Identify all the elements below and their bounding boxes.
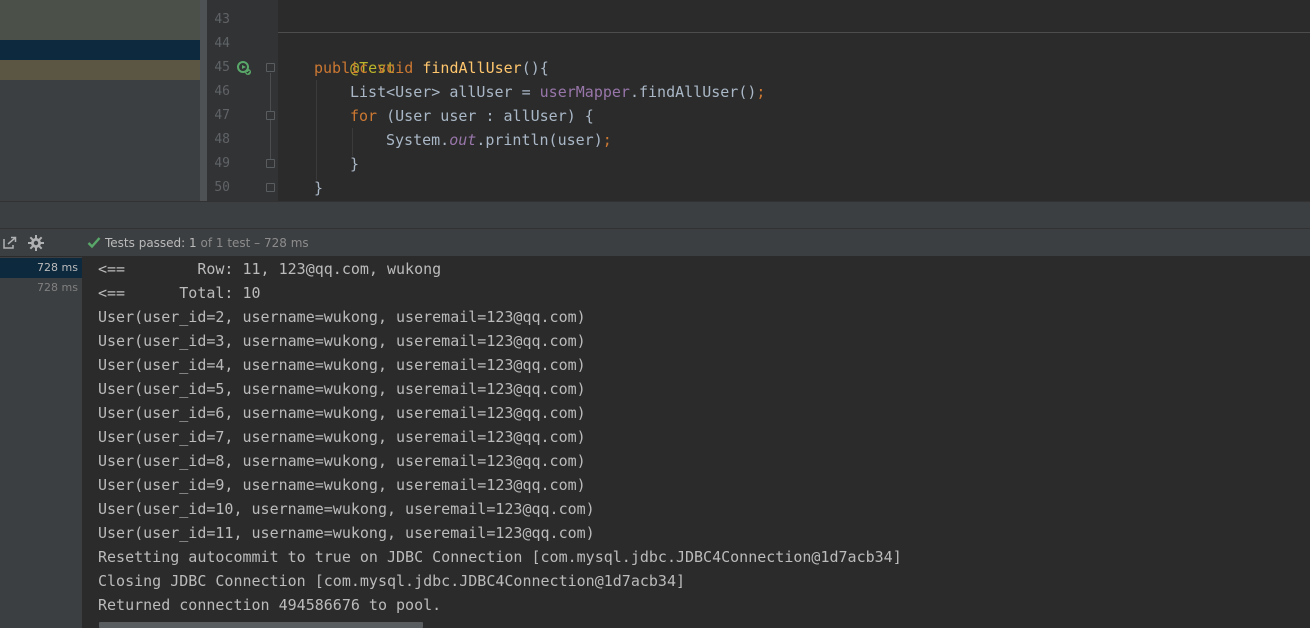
console-line: User(user_id=10, username=wukong, userem… <box>98 500 595 518</box>
line-number: 42 <box>207 0 230 8</box>
console-line: User(user_id=8, username=wukong, userema… <box>98 452 586 470</box>
run-test-icon[interactable] <box>237 61 251 75</box>
static-field-token: out <box>449 131 477 149</box>
test-tree-item-selected[interactable]: 728 ms <box>0 258 82 278</box>
console-output[interactable]: <== Row: 11, 123@qq.com, wukong <== Tota… <box>84 257 1310 628</box>
test-tree-item[interactable]: 728 ms <box>0 278 82 298</box>
line-number: 46 <box>214 84 230 99</box>
keyword-token: public <box>314 59 369 77</box>
test-duration: 728 ms <box>37 261 78 274</box>
gear-icon[interactable] <box>27 234 45 252</box>
run-toolbar: Tests passed: 1 of 1 test – 728 ms <box>0 229 1310 257</box>
semicolon-token: ; <box>602 131 612 149</box>
project-tree-row-highlight[interactable] <box>0 60 207 80</box>
code-text: } <box>350 155 360 173</box>
code-text: List<User> allUser = <box>350 83 540 101</box>
console-line: User(user_id=6, username=wukong, userema… <box>98 404 586 422</box>
console-line: <== Row: 11, 123@qq.com, wukong <box>98 260 442 278</box>
line-number: 43 <box>214 12 230 27</box>
tests-passed-count: 1 <box>189 236 197 250</box>
code-text: .println(user) <box>476 131 603 149</box>
export-icon[interactable] <box>2 236 18 250</box>
code-line-outer-close[interactable]: } <box>314 176 323 200</box>
console-line: Closing JDBC Connection [com.mysql.jdbc.… <box>98 572 685 590</box>
fold-toggle-icon[interactable] <box>266 183 275 192</box>
line-number: 44 <box>214 36 230 51</box>
code-line-println[interactable]: System.out.println(user); <box>386 128 612 152</box>
code-line-for-loop[interactable]: for (User user : allUser) { <box>350 104 594 128</box>
keyword-token: for <box>350 107 378 125</box>
code-text: .findAllUser() <box>629 83 757 101</box>
run-tool-window-header[interactable] <box>0 201 1310 229</box>
console-line: User(user_id=11, username=wukong, userem… <box>98 524 595 542</box>
project-tree-row-selected[interactable] <box>0 40 207 60</box>
console-line: User(user_id=4, username=wukong, userema… <box>98 356 586 374</box>
console-horizontal-scrollbar[interactable] <box>99 622 423 628</box>
console-line: <== Total: 10 <box>98 284 261 302</box>
project-panel[interactable] <box>0 0 207 201</box>
line-number: 45 <box>214 60 230 75</box>
line-number: 47 <box>214 108 230 123</box>
tests-status-label: Tests passed: <box>105 236 190 250</box>
console-line: User(user_id=3, username=wukong, userema… <box>98 332 586 350</box>
code-text: System. <box>386 131 450 149</box>
line-number: 49 <box>214 156 230 171</box>
project-panel-scrollbar[interactable] <box>200 0 207 201</box>
code-editor[interactable]: 42 43 44 45 46 47 48 49 50 @Test public … <box>0 0 1310 201</box>
console-line: Resetting autocommit to true on JDBC Con… <box>98 548 902 566</box>
console-line: User(user_id=5, username=wukong, userema… <box>98 380 586 398</box>
fold-toggle-icon[interactable] <box>266 111 275 120</box>
keyword-token: void <box>377 59 414 77</box>
line-number: 48 <box>214 132 230 147</box>
fold-toggle-icon[interactable] <box>266 159 275 168</box>
tests-status-text: Tests passed: 1 of 1 test – 728 ms <box>105 229 309 257</box>
fold-toggle-icon[interactable] <box>266 63 275 72</box>
code-text: (){ <box>521 59 549 77</box>
code-line-list-declaration[interactable]: List<User> allUser = userMapper.findAllU… <box>350 80 765 104</box>
console-line: Returned connection 494586676 to pool. <box>98 596 442 614</box>
method-separator <box>278 32 1310 33</box>
tests-status-detail: of 1 test – 728 ms <box>196 236 309 250</box>
test-duration: 728 ms <box>37 281 78 294</box>
code-text: } <box>314 179 324 197</box>
code-line-method-signature[interactable]: public void findAllUser(){ <box>314 56 549 80</box>
semicolon-token: ; <box>756 83 766 101</box>
test-results-tree: 728 ms 728 ms <box>0 257 83 628</box>
code-text: (User user : allUser) { <box>377 107 594 125</box>
method-name-token: findAllUser <box>422 59 522 77</box>
field-token: userMapper <box>539 83 630 101</box>
code-line-inner-close[interactable]: } <box>350 152 359 176</box>
check-icon <box>87 237 101 249</box>
project-tree-row[interactable] <box>0 0 207 40</box>
line-number: 50 <box>214 180 230 195</box>
console-line: User(user_id=7, username=wukong, userema… <box>98 428 586 446</box>
console-line: User(user_id=9, username=wukong, userema… <box>98 476 586 494</box>
console-line: User(user_id=2, username=wukong, userema… <box>98 308 586 326</box>
